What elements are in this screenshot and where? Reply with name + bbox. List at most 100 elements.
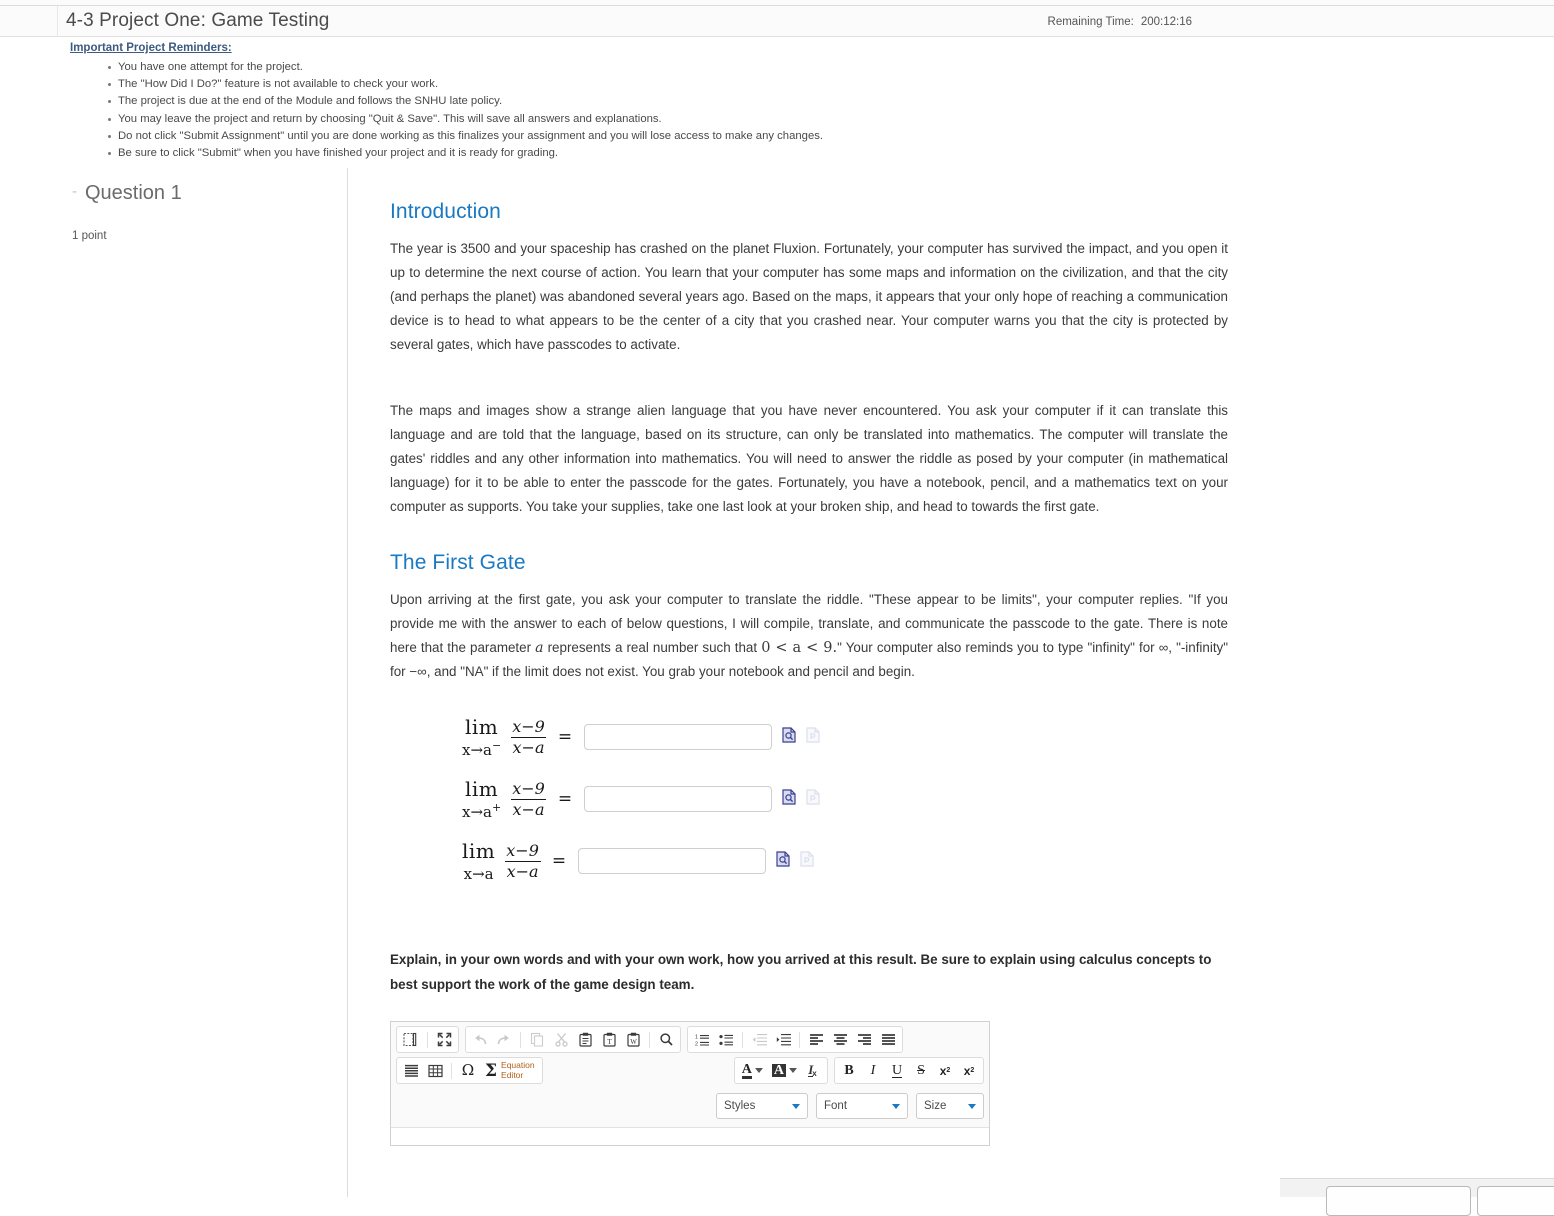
limit-operator: lim x→a−: [462, 717, 501, 758]
limit-row-icons: [776, 850, 814, 872]
indent-icon[interactable]: [772, 1029, 794, 1050]
toolbar-divider: [649, 1031, 650, 1048]
blockquote-icon[interactable]: [400, 1060, 422, 1081]
project-reminders: Important Project Reminders: You have on…: [0, 37, 1554, 162]
toolbar-group-document: [396, 1026, 459, 1053]
styles-dropdown[interactable]: Styles: [716, 1093, 808, 1119]
question-header: - Question 1: [72, 182, 347, 205]
superscript-icon[interactable]: x2: [958, 1060, 980, 1081]
redo-icon[interactable]: [493, 1029, 515, 1050]
strikethrough-icon[interactable]: S: [910, 1060, 932, 1081]
editor-dropdown-row: Styles Font Size: [391, 1088, 989, 1127]
answer-report-icon: [806, 788, 820, 810]
italic-label: I: [870, 1062, 876, 1078]
editor-content-area[interactable]: [391, 1127, 989, 1145]
header-left-rail: [0, 5, 58, 37]
justify-icon[interactable]: [877, 1029, 899, 1050]
find-icon[interactable]: [655, 1029, 677, 1050]
limit-fraction: x−9 x−a: [504, 841, 541, 881]
fraction-denominator: x−a: [510, 736, 547, 757]
toolbar-divider: [520, 1031, 521, 1048]
editor-toolbar-row-1: T W 12: [391, 1022, 989, 1053]
bold-label: B: [844, 1062, 854, 1078]
remaining-time-value: 200:12:16: [1140, 15, 1192, 28]
question-sidebar: - Question 1 1 point: [0, 168, 348, 1197]
question-points: 1 point: [72, 230, 107, 242]
toolbar-divider: [427, 1031, 428, 1048]
cut-icon[interactable]: [550, 1029, 572, 1050]
paste-icon[interactable]: [574, 1029, 596, 1050]
underline-icon[interactable]: U: [886, 1060, 908, 1081]
bulleted-list-icon[interactable]: [715, 1029, 737, 1050]
introduction-paragraph-2: The maps and images show a strange alien…: [390, 403, 1228, 514]
equation-editor-line-1: Equation: [501, 1060, 535, 1070]
maximize-icon[interactable]: [433, 1029, 455, 1050]
limit-side: +: [491, 800, 502, 814]
limit-approach-text: x→a: [462, 740, 492, 759]
collapse-question-icon[interactable]: -: [72, 184, 77, 199]
chevron-down-icon: [968, 1103, 976, 1109]
outdent-icon[interactable]: [748, 1029, 770, 1050]
templates-icon[interactable]: [400, 1029, 422, 1050]
question-content-area: - Question 1 1 point Introduction The ye…: [0, 168, 1554, 1197]
copy-icon[interactable]: [526, 1029, 548, 1050]
toolbar-group-clipboard: T W: [465, 1026, 681, 1053]
paste-word-icon[interactable]: W: [622, 1029, 644, 1050]
limit-answer-input-1[interactable]: [584, 724, 773, 750]
limit-answer-input-3[interactable]: [578, 848, 767, 874]
preview-answer-icon[interactable]: [776, 850, 790, 872]
introduction-heading: Introduction: [390, 200, 501, 223]
numbered-list-icon[interactable]: 12: [691, 1029, 713, 1050]
table-icon[interactable]: [424, 1060, 446, 1081]
equation-editor-button[interactable]: Σ Equation Editor: [481, 1060, 539, 1081]
text-color-icon[interactable]: A: [738, 1062, 766, 1079]
equation-editor-label: Equation Editor: [501, 1060, 535, 1080]
svg-text:2: 2: [695, 1041, 698, 1047]
paste-text-icon[interactable]: T: [598, 1029, 620, 1050]
align-center-icon[interactable]: [829, 1029, 851, 1050]
preview-answer-icon[interactable]: [782, 726, 796, 748]
toolbar-divider: [799, 1031, 800, 1048]
list-item: You may leave the project and return by …: [108, 111, 1554, 128]
reminders-list: You have one attempt for the project. Th…: [0, 59, 1554, 162]
limit-word: lim: [464, 776, 499, 801]
bg-color-letter: A: [771, 1063, 786, 1078]
special-character-icon[interactable]: Ω: [457, 1060, 479, 1081]
editor-toolbar-row-2: Ω Σ Equation Editor A A I x B I U S x 2 …: [391, 1053, 989, 1088]
limit-fraction: x−9 x−a: [510, 716, 547, 757]
background-color-icon[interactable]: A: [768, 1063, 800, 1078]
remove-format-icon[interactable]: Ix: [802, 1060, 824, 1081]
limit-expression: lim x→a+ x−9 x−a =: [462, 779, 584, 820]
question-title: Question 1: [85, 182, 182, 204]
chevron-down-icon: [892, 1103, 900, 1109]
question-body: Introduction The year is 3500 and your s…: [348, 168, 1554, 1197]
subscript-icon[interactable]: x2: [934, 1060, 956, 1081]
preview-answer-icon[interactable]: [782, 788, 796, 810]
limit-row: lim x→a− x−9 x−a =: [390, 706, 1228, 768]
align-right-icon[interactable]: [853, 1029, 875, 1050]
undo-icon[interactable]: [469, 1029, 491, 1050]
explain-prompt: Explain, in your own words and with your…: [390, 952, 1212, 992]
strike-label: S: [917, 1062, 925, 1078]
limit-fraction: x−9 x−a: [510, 779, 547, 819]
limit-word: lim: [464, 714, 499, 739]
fraction-numerator: x−9: [512, 716, 545, 736]
gate-text-b: represents a real number such that: [543, 640, 762, 655]
bottom-button-left[interactable]: [1326, 1186, 1471, 1216]
bottom-button-right[interactable]: [1477, 1186, 1554, 1216]
bottom-action-bar: [1280, 1178, 1554, 1216]
superscript-label: x: [963, 1063, 971, 1078]
list-item: The project is due at the end of the Mod…: [108, 93, 1554, 110]
italic-icon[interactable]: I: [862, 1060, 884, 1081]
introduction-paragraph-1: The year is 3500 and your spaceship has …: [390, 241, 1228, 352]
align-left-icon[interactable]: [805, 1029, 827, 1050]
bold-icon[interactable]: B: [838, 1060, 860, 1081]
list-item: You have one attempt for the project.: [108, 59, 1554, 76]
limit-answer-input-2[interactable]: [584, 786, 773, 812]
toolbar-group-color: A A Ix: [733, 1057, 828, 1084]
limit-row: lim x→a+ x−9 x−a =: [390, 768, 1228, 830]
font-dropdown[interactable]: Font: [816, 1093, 908, 1119]
list-item: The "How Did I Do?" feature is not avail…: [108, 76, 1554, 93]
size-dropdown[interactable]: Size: [916, 1093, 984, 1119]
equation-editor-line-2: Editor: [501, 1069, 524, 1080]
